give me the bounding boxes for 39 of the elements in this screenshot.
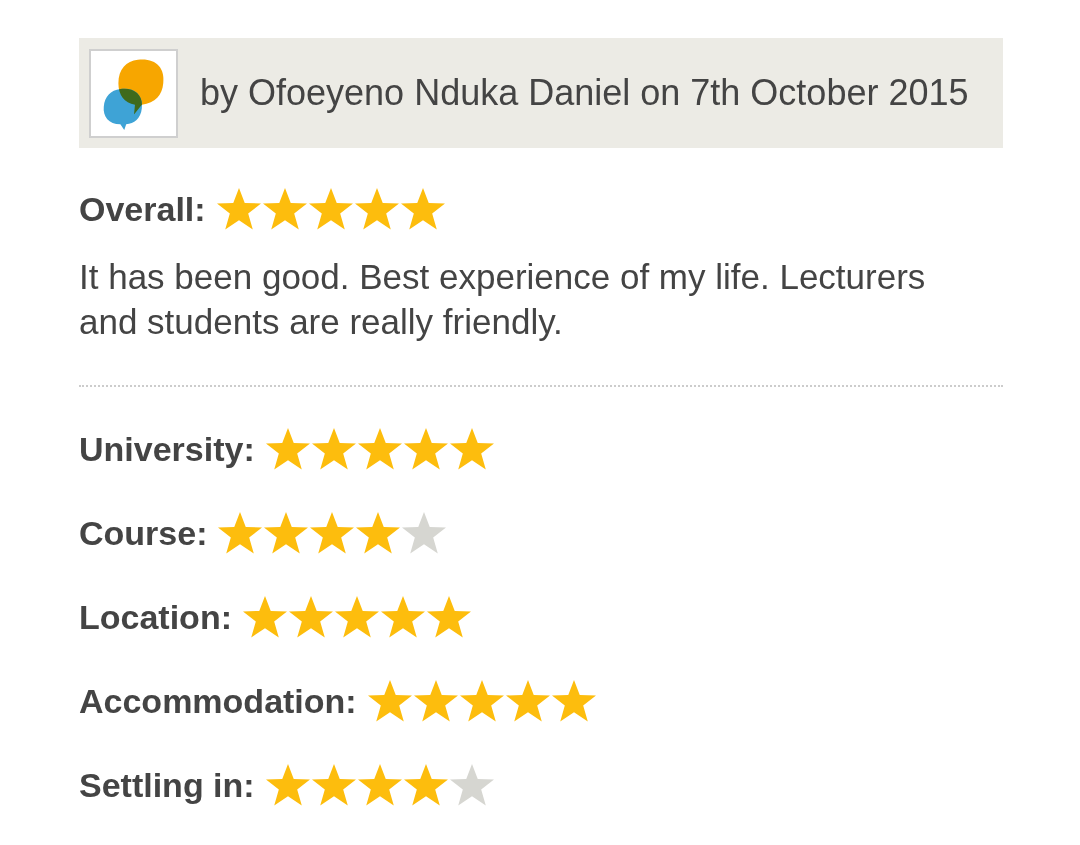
star-icon [504, 679, 551, 723]
speech-bubbles-icon [89, 48, 178, 138]
star-icon [309, 511, 356, 555]
star-icon [550, 679, 597, 723]
star-icon [261, 187, 308, 231]
rating-label: Accommodation: [79, 681, 357, 721]
star-icon [353, 187, 400, 231]
star-icon [356, 427, 403, 471]
rating-label: Location: [79, 597, 232, 637]
star-icon [263, 511, 310, 555]
star-icon [288, 595, 334, 639]
star-icon [412, 679, 459, 723]
star-icon [242, 595, 288, 639]
star-icon [310, 427, 357, 471]
star-icon [334, 595, 380, 639]
rating-label: Settling in: [79, 765, 255, 805]
author-date-line: by Ofoeyeno Nduka Daniel on 7th October 2015 [200, 72, 969, 114]
review-comment: It has been good. Best experience of my life. Lecturers and students are really friendly. [79, 256, 927, 343]
star-icon [402, 427, 449, 471]
star-icon [448, 427, 495, 471]
rating-label: Course: [79, 513, 208, 553]
star-icon [401, 511, 448, 555]
star-icon [448, 763, 495, 807]
star-icon [307, 187, 354, 231]
star-icon [355, 511, 402, 555]
star-icon [264, 427, 311, 471]
star-icon [356, 763, 403, 807]
star-icon [399, 187, 446, 231]
star-icon [217, 511, 264, 555]
star-icon [264, 763, 311, 807]
rating-label: Overall: [79, 189, 206, 229]
rating-label: University: [79, 429, 255, 469]
star-icon [426, 595, 472, 639]
star-icon [402, 763, 449, 807]
star-icon [310, 763, 357, 807]
star-icon [215, 187, 262, 231]
star-icon [380, 595, 426, 639]
star-icon [366, 679, 413, 723]
star-icon [458, 679, 505, 723]
